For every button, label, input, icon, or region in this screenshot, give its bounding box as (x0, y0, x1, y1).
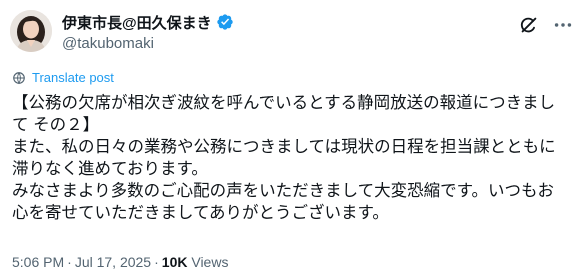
views-count[interactable]: 10K (162, 254, 188, 270)
globe-icon (13, 71, 25, 84)
author-handle[interactable]: @takubomaki (62, 35, 234, 52)
separator-dot: · (67, 254, 72, 270)
post-timestamp[interactable]: 5:06 PM · Jul 17, 2025 (12, 254, 151, 270)
post-text-line: 心を寄せていただきましてありがとうございます。 (12, 204, 389, 222)
avatar[interactable] (10, 10, 52, 52)
views-label: Views (191, 254, 229, 270)
post-metadata: 5:06 PM · Jul 17, 2025 · 10K Views (12, 254, 228, 270)
author-block: 伊東市長@田久保まき @takubomaki (62, 12, 234, 52)
post-text-line: みなさまより多数のご心配の声をいただきまして大変恐縮です。いつもお (12, 182, 555, 200)
post-text-line: て その２】 (12, 116, 100, 134)
translate-post-link[interactable]: Translate post (12, 70, 114, 85)
post-text: 【公務の欠席が相次ぎ波紋を呼んでいるとする静岡放送の報道につきまし て その２】… (12, 92, 578, 224)
post-time: 5:06 PM (12, 254, 65, 270)
verified-badge-icon[interactable] (216, 13, 234, 31)
display-name[interactable]: 伊東市長@田久保まき (62, 12, 212, 33)
post-date: Jul 17, 2025 (74, 254, 152, 270)
post-text-line: 【公務の欠席が相次ぎ波紋を呼んでいるとする静岡放送の報道につきまし (12, 94, 556, 112)
separator-dot: · (154, 254, 159, 270)
avatar-image (10, 10, 52, 52)
grok-icon[interactable] (518, 14, 540, 36)
post-text-line: 滞りなく進めております。 (12, 160, 208, 178)
translate-post-label[interactable]: Translate post (32, 70, 114, 85)
post-text-line: また、私の日々の業務や公務につきましては現状の日程を担当課とともに (12, 138, 556, 156)
more-options-icon[interactable] (552, 14, 574, 36)
display-name-row: 伊東市長@田久保まき (62, 12, 234, 32)
post-header: 伊東市長@田久保まき @takubomaki (10, 8, 576, 60)
